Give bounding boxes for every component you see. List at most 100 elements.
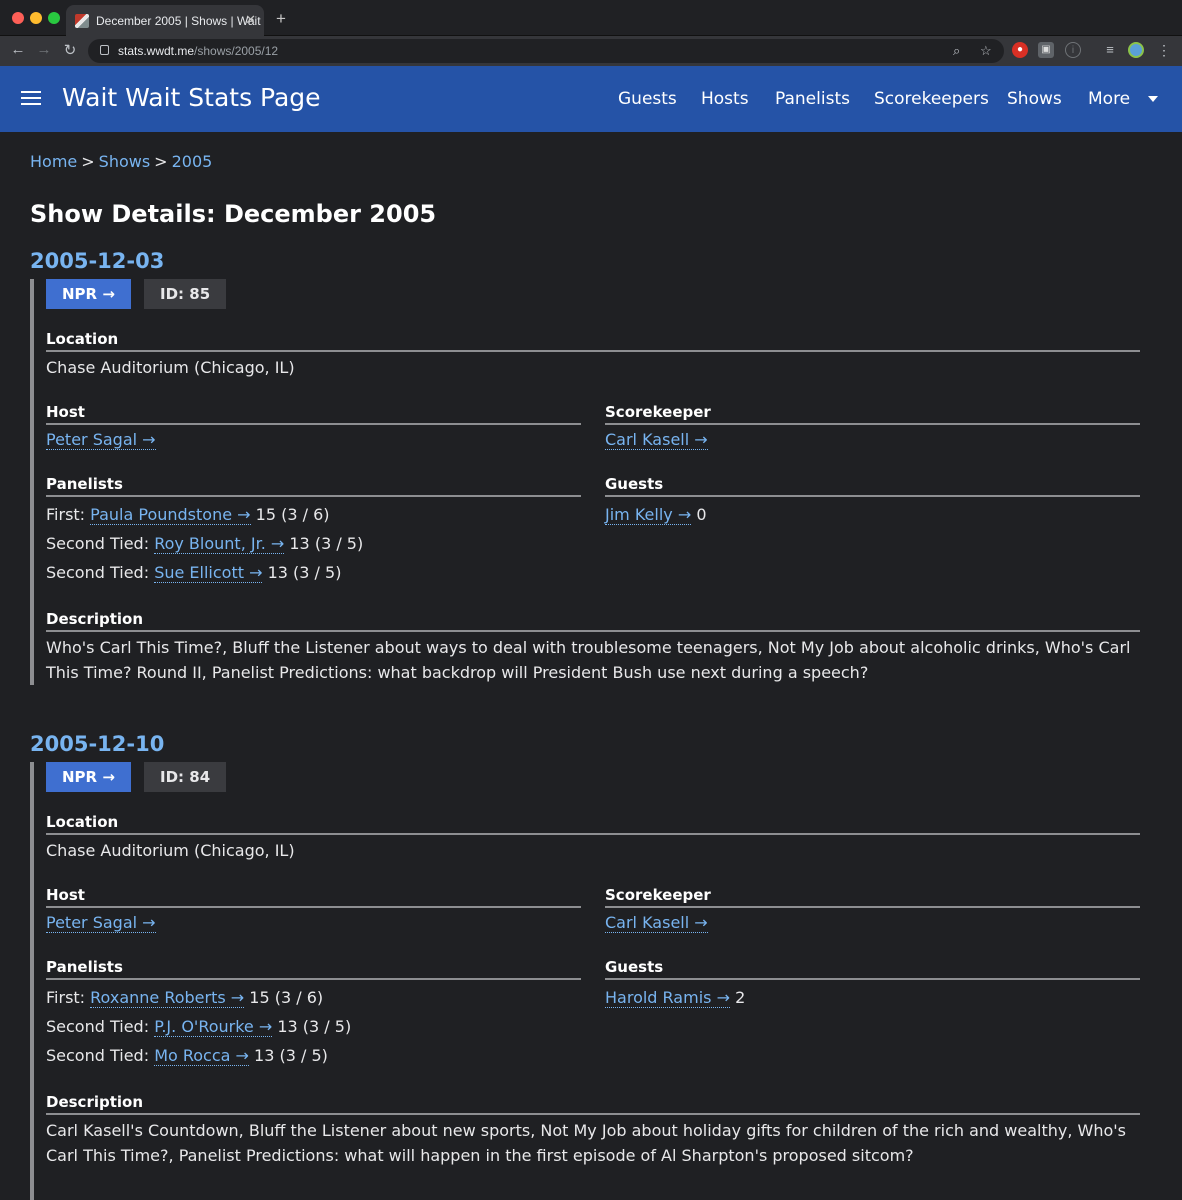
guest-score: 2 — [735, 988, 746, 1007]
forward-button[interactable]: → — [34, 41, 54, 58]
media-control-icon[interactable]: ≡ — [1102, 42, 1118, 58]
panelist-row: First: Paula Poundstone → 15 (3 / 6) — [46, 502, 581, 527]
location-label: Location — [46, 330, 1140, 352]
tab-close-icon[interactable]: ✕ — [245, 12, 256, 28]
panelist-score: 13 (3 / 5) — [254, 1046, 328, 1065]
zoom-icon[interactable]: ⌕ — [953, 43, 960, 59]
panelist-link[interactable]: P.J. O'Rourke → — [154, 1017, 273, 1037]
host-link[interactable]: Peter Sagal → — [46, 913, 156, 933]
panelist-row: Second Tied: P.J. O'Rourke → 13 (3 / 5) — [46, 1014, 581, 1039]
scorekeeper-value: Carl Kasell → — [605, 427, 1140, 452]
profile-avatar[interactable] — [1128, 42, 1144, 58]
nav-hosts[interactable]: Hosts — [701, 89, 749, 109]
lock-icon — [100, 45, 109, 55]
breadcrumb-separator: > — [81, 152, 95, 171]
extension-info-icon[interactable]: i — [1065, 42, 1081, 58]
panelist-link[interactable]: Paula Poundstone → — [90, 505, 251, 525]
nav-guests[interactable]: Guests — [618, 89, 677, 109]
show-card: NPR → ID: 84 Location Chase Auditorium (… — [30, 762, 1140, 1200]
guest-row: Jim Kelly → 0 — [605, 502, 1140, 527]
guest-link[interactable]: Jim Kelly → — [605, 505, 692, 525]
breadcrumb: Home > Shows >2005 — [30, 152, 212, 171]
panelist-link[interactable]: Sue Ellicott → — [154, 563, 263, 583]
show-card: NPR → ID: 85 Location Chase Auditorium (… — [30, 279, 1140, 685]
npr-link-button[interactable]: NPR → — [46, 762, 131, 792]
nav-shows[interactable]: Shows — [1007, 89, 1062, 109]
guest-row: Harold Ramis → 2 — [605, 985, 1140, 1010]
panelist-link[interactable]: Roxanne Roberts → — [90, 988, 245, 1008]
show-date-link[interactable]: 2005-12-03 — [30, 249, 164, 273]
panelist-link[interactable]: Roy Blount, Jr. → — [154, 534, 285, 554]
browser-tabstrip: December 2005 | Shows | Wait ✕ + — [0, 0, 1182, 36]
panelist-row: Second Tied: Mo Rocca → 13 (3 / 5) — [46, 1043, 581, 1068]
host-link[interactable]: Peter Sagal → — [46, 430, 156, 450]
description-label: Description — [46, 1093, 1140, 1115]
minimize-window-button[interactable] — [30, 12, 42, 24]
site-title[interactable]: Wait Wait Stats Page — [62, 83, 321, 112]
nav-more[interactable]: More — [1088, 89, 1130, 109]
panelist-row: First: Roxanne Roberts → 15 (3 / 6) — [46, 985, 581, 1010]
show-id-badge: ID: 84 — [144, 762, 227, 792]
nav-panelists[interactable]: Panelists — [775, 89, 850, 109]
description-value: Who's Carl This Time?, Bluff the Listene… — [46, 638, 1131, 682]
panelist-rank: Second Tied: — [46, 1017, 150, 1036]
panelist-score: 13 (3 / 5) — [289, 534, 364, 553]
panelists-label: Panelists — [46, 958, 581, 980]
new-tab-button[interactable]: + — [276, 9, 286, 29]
extension-shield-icon[interactable]: ● — [1012, 42, 1028, 58]
location-label: Location — [46, 813, 1140, 835]
tab-title: December 2005 | Shows | Wait — [96, 14, 261, 28]
panelist-rank: First: — [46, 988, 86, 1007]
breadcrumb-separator: > — [154, 152, 168, 171]
panelists-label: Panelists — [46, 475, 581, 497]
nav-scorekeepers[interactable]: Scorekeepers — [874, 89, 989, 109]
site-header: Wait Wait Stats Page Guests Hosts Paneli… — [0, 66, 1182, 132]
bookmark-star-icon[interactable]: ☆ — [980, 43, 992, 59]
show-date-link[interactable]: 2005-12-10 — [30, 732, 164, 756]
npr-link-button[interactable]: NPR → — [46, 279, 131, 309]
guests-label: Guests — [605, 475, 1140, 497]
panelist-link[interactable]: Mo Rocca → — [154, 1046, 249, 1066]
guest-score: 0 — [696, 505, 707, 524]
browser-tab-active[interactable]: December 2005 | Shows | Wait ✕ — [66, 5, 264, 36]
zoom-window-button[interactable] — [48, 12, 60, 24]
scorekeeper-link[interactable]: Carl Kasell → — [605, 430, 708, 450]
panelist-row: Second Tied: Roy Blount, Jr. → 13 (3 / 5… — [46, 531, 581, 556]
breadcrumb-year[interactable]: 2005 — [172, 152, 213, 171]
guest-link[interactable]: Harold Ramis → — [605, 988, 730, 1008]
scorekeeper-label: Scorekeeper — [605, 403, 1140, 425]
description-value: Carl Kasell's Countdown, Bluff the Liste… — [46, 1121, 1127, 1165]
panelist-score: 13 (3 / 5) — [267, 563, 342, 582]
host-value: Peter Sagal → — [46, 427, 581, 452]
guests-label: Guests — [605, 958, 1140, 980]
panelist-row: Second Tied: Sue Ellicott → 13 (3 / 5) — [46, 560, 581, 585]
panelist-rank: Second Tied: — [46, 563, 150, 582]
panelist-rank: Second Tied: — [46, 1046, 150, 1065]
breadcrumb-shows[interactable]: Shows — [99, 152, 151, 171]
location-value: Chase Auditorium (Chicago, IL) — [46, 358, 295, 377]
host-value: Peter Sagal → — [46, 910, 581, 935]
favicon-icon — [75, 14, 89, 28]
url-path: /shows/2005/12 — [194, 44, 279, 58]
address-bar[interactable]: stats.wwdt.me/shows/2005/12 ⌕ ☆ — [88, 39, 1004, 63]
reload-button[interactable]: ↻ — [60, 41, 80, 59]
browser-menu-icon[interactable]: ⋮ — [1156, 42, 1172, 58]
page-title: Show Details: December 2005 — [30, 200, 437, 228]
panelist-score: 15 (3 / 6) — [255, 505, 330, 524]
host-label: Host — [46, 403, 581, 425]
show-id-badge: ID: 85 — [144, 279, 227, 309]
chevron-down-icon[interactable] — [1148, 96, 1158, 102]
scorekeeper-value: Carl Kasell → — [605, 910, 1140, 935]
host-label: Host — [46, 886, 581, 908]
hamburger-menu-icon[interactable] — [21, 91, 41, 105]
scorekeeper-link[interactable]: Carl Kasell → — [605, 913, 708, 933]
panelist-score: 13 (3 / 5) — [277, 1017, 352, 1036]
back-button[interactable]: ← — [8, 41, 28, 58]
url-host: stats.wwdt.me — [118, 44, 195, 58]
close-window-button[interactable] — [12, 12, 24, 24]
extension-camera-icon[interactable]: ▣ — [1038, 42, 1054, 58]
location-value: Chase Auditorium (Chicago, IL) — [46, 841, 295, 860]
breadcrumb-home[interactable]: Home — [30, 152, 77, 171]
panelist-rank: Second Tied: — [46, 534, 150, 553]
scorekeeper-label: Scorekeeper — [605, 886, 1140, 908]
